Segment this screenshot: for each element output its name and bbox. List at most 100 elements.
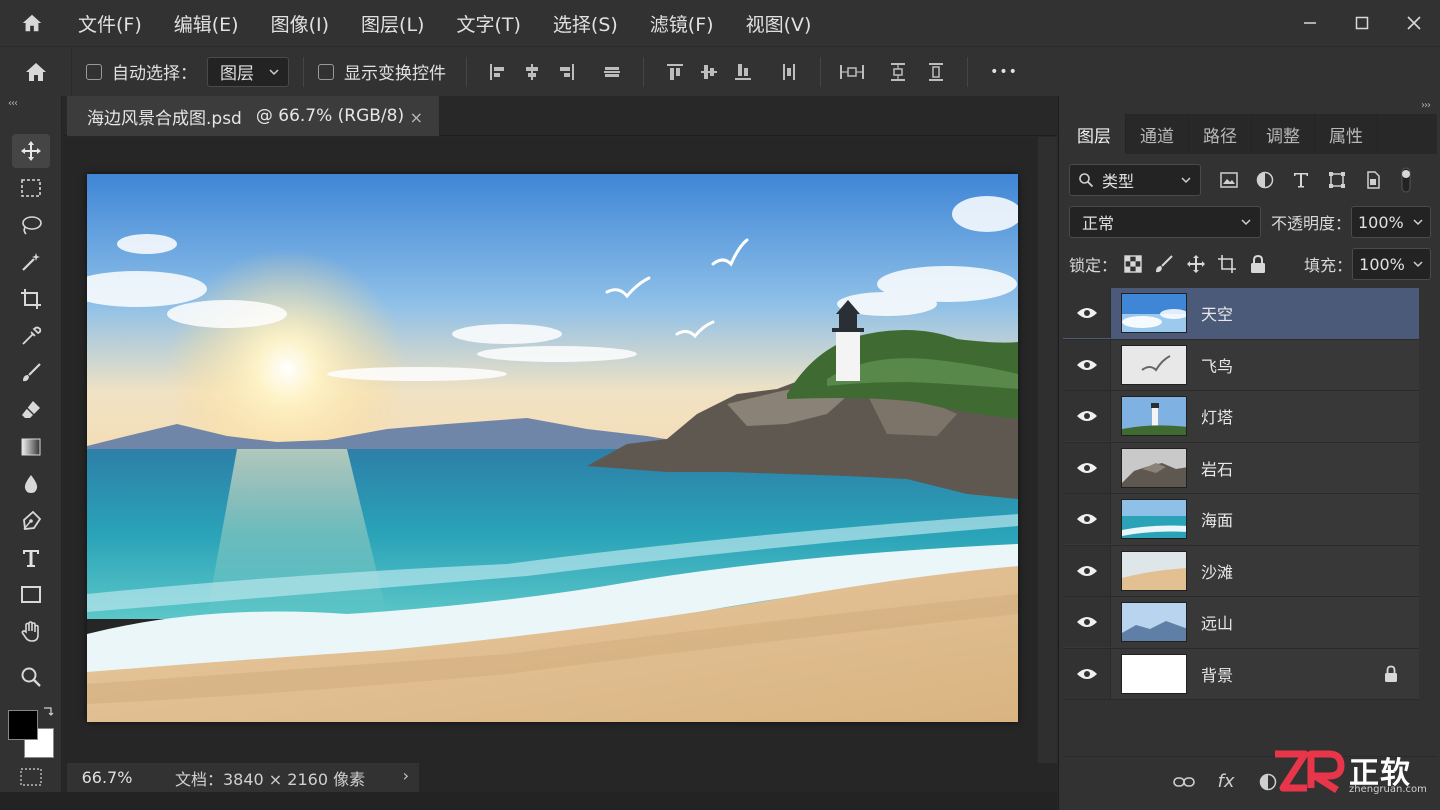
rectangle-tool-button[interactable]	[12, 578, 50, 612]
filter-pixel-icon[interactable]	[1211, 164, 1247, 196]
visibility-eye-icon[interactable]	[1063, 288, 1111, 339]
align-left-icon[interactable]	[481, 55, 515, 89]
show-transform-checkbox[interactable]	[318, 63, 334, 80]
align-bottom-icon[interactable]	[726, 55, 760, 89]
tab-layers[interactable]: 图层	[1063, 114, 1126, 154]
lock-position-icon[interactable]	[1180, 248, 1211, 280]
layer-row[interactable]: 沙滩	[1063, 545, 1419, 597]
swap-colors-icon[interactable]	[42, 706, 54, 718]
close-document-icon[interactable]: ×	[410, 108, 423, 127]
auto-select-label: 自动选择：	[112, 64, 197, 84]
document-info[interactable]: 文档：3840 × 2160 像素 ›	[147, 763, 419, 792]
layer-thumbnail	[1121, 550, 1187, 591]
zoom-level-field[interactable]: 66.7%	[67, 763, 147, 792]
lock-transparent-icon[interactable]	[1117, 248, 1148, 280]
vertical-scrollbar[interactable]	[1038, 137, 1057, 763]
link-layers-icon[interactable]	[1163, 764, 1205, 800]
magic-wand-tool-button[interactable]	[12, 245, 50, 279]
menu-edit[interactable]: 编辑(E)	[174, 10, 239, 37]
move-tool-button[interactable]	[12, 134, 50, 168]
blend-mode-dropdown[interactable]: 正常	[1069, 206, 1261, 238]
align-middle-icon[interactable]	[692, 55, 726, 89]
eyedropper-tool-button[interactable]	[12, 319, 50, 353]
visibility-eye-icon[interactable]	[1063, 648, 1111, 699]
minimize-button[interactable]	[1284, 0, 1336, 46]
canvas-viewport[interactable]	[63, 137, 1038, 763]
layer-row[interactable]: 背景	[1063, 648, 1419, 700]
distribute-horizontal-icon[interactable]	[772, 55, 806, 89]
foreground-color-swatch[interactable]	[8, 710, 38, 740]
align-top-icon[interactable]	[658, 55, 692, 89]
brush-tool-button[interactable]	[12, 356, 50, 390]
brush-icon	[23, 363, 41, 382]
filter-adjustment-icon[interactable]	[1247, 164, 1283, 196]
tab-properties[interactable]: 属性	[1315, 114, 1378, 154]
chevron-right-icon[interactable]: ›	[403, 766, 409, 785]
document-tab[interactable]: 海边风景合成图.psd @ 66.7% (RGB/8) ×	[67, 96, 439, 136]
tab-paths[interactable]: 路径	[1189, 114, 1252, 154]
visibility-eye-icon[interactable]	[1063, 545, 1111, 596]
zoom-tool-button[interactable]	[12, 660, 50, 694]
visibility-eye-icon[interactable]	[1063, 597, 1111, 648]
layer-row[interactable]: 飞鸟	[1063, 339, 1419, 391]
collapse-toolbar-icon[interactable]: ‹‹‹	[8, 98, 18, 109]
home-button[interactable]	[0, 46, 72, 97]
align-right-icon[interactable]	[549, 55, 583, 89]
pen-tool-button[interactable]	[12, 504, 50, 538]
filter-smart-object-icon[interactable]	[1355, 164, 1391, 196]
menu-layer[interactable]: 图层(L)	[361, 10, 424, 37]
menu-file[interactable]: 文件(F)	[78, 10, 142, 37]
layer-effects-button[interactable]: fx	[1205, 764, 1247, 800]
close-window-button[interactable]	[1388, 0, 1440, 46]
layer-row[interactable]: 远山	[1063, 597, 1419, 649]
align-vcenter-icon[interactable]	[595, 55, 629, 89]
filter-shape-icon[interactable]	[1319, 164, 1355, 196]
quick-mask-icon[interactable]	[20, 768, 42, 786]
layer-row[interactable]: 天空	[1063, 288, 1419, 340]
blur-tool-button[interactable]	[12, 467, 50, 501]
layer-row[interactable]: 灯塔	[1063, 391, 1419, 443]
tab-channels[interactable]: 通道	[1126, 114, 1189, 154]
layer-row[interactable]: 岩石	[1063, 442, 1419, 494]
opacity-field[interactable]: 100%	[1351, 206, 1431, 238]
filter-toggle-icon[interactable]	[1391, 164, 1421, 196]
distribute-vertical-icon[interactable]	[881, 55, 915, 89]
distribute-spacing-icon[interactable]	[835, 55, 869, 89]
canvas-image[interactable]	[87, 174, 1018, 722]
lock-pixels-icon[interactable]	[1148, 248, 1179, 280]
menu-select[interactable]: 选择(S)	[553, 10, 618, 37]
fill-field[interactable]: 100%	[1352, 248, 1431, 280]
gradient-tool-button[interactable]	[12, 430, 50, 464]
menu-view[interactable]: 视图(V)	[746, 10, 812, 37]
visibility-eye-icon[interactable]	[1063, 339, 1111, 390]
layer-thumbnail	[1121, 602, 1187, 643]
auto-select-target-dropdown[interactable]: 图层	[207, 56, 289, 87]
filter-type-icon[interactable]	[1283, 164, 1319, 196]
visibility-eye-icon[interactable]	[1063, 494, 1111, 545]
visibility-eye-icon[interactable]	[1063, 442, 1111, 493]
tab-adjustments[interactable]: 调整	[1252, 114, 1315, 154]
layer-row[interactable]: 海面	[1063, 494, 1419, 546]
auto-select-checkbox[interactable]	[86, 63, 102, 80]
hand-tool-button[interactable]	[12, 615, 50, 649]
marquee-tool-button[interactable]	[12, 171, 50, 205]
type-tool-button[interactable]	[12, 541, 50, 575]
collapse-panel-icon[interactable]: ›››	[1421, 100, 1431, 111]
align-hcenter-icon[interactable]	[515, 55, 549, 89]
menu-type[interactable]: 文字(T)	[456, 10, 520, 37]
maximize-button[interactable]	[1336, 0, 1388, 46]
crop-tool-button[interactable]	[12, 282, 50, 316]
layer-filter-dropdown[interactable]: 类型	[1069, 164, 1201, 196]
lasso-tool-button[interactable]	[12, 208, 50, 242]
visibility-eye-icon[interactable]	[1063, 391, 1111, 442]
fill-label: 填充：	[1304, 256, 1353, 275]
magic-wand-icon	[22, 253, 40, 271]
menu-filter[interactable]: 滤镜(F)	[650, 10, 714, 37]
lock-artboard-icon[interactable]	[1211, 248, 1242, 280]
lock-all-icon[interactable]	[1243, 248, 1274, 280]
more-options-button[interactable]: •••	[982, 55, 1026, 89]
eraser-tool-button[interactable]	[12, 393, 50, 427]
home-icon[interactable]	[0, 0, 64, 46]
menu-image[interactable]: 图像(I)	[271, 10, 329, 37]
distribute-height-icon[interactable]	[919, 55, 953, 89]
